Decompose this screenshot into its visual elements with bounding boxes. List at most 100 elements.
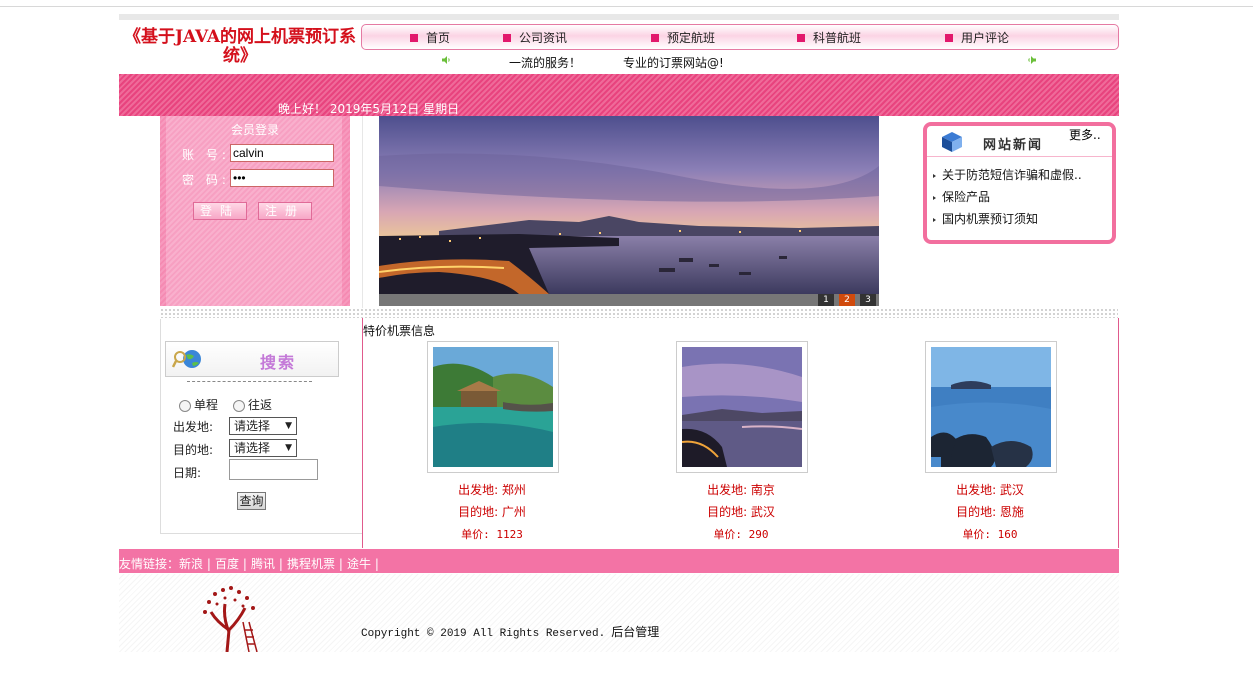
nav-label: 用户评论 [961, 31, 1010, 45]
nav-bullet-icon [410, 33, 418, 42]
ticket-photo-frame [925, 341, 1057, 473]
island-photo [433, 347, 553, 467]
nav-item-news[interactable]: 公司资讯 [503, 29, 567, 46]
from-select[interactable]: 请选择 ▼ [229, 417, 297, 435]
link-baidu[interactable]: 百度 | [215, 555, 247, 572]
news-cube-icon [942, 132, 962, 152]
speaker-icon [442, 56, 450, 64]
date-label: 日期: [173, 466, 202, 480]
ticket-from: 出发地: 武汉 [956, 483, 1024, 497]
city-sunset-photo [379, 116, 879, 294]
nav-bullet-icon [503, 33, 511, 42]
ticket-from: 出发地: 郑州 [458, 483, 526, 497]
bullet-icon [933, 173, 936, 178]
news-item[interactable]: 关于防范短信诈骗和虚假.. [933, 166, 1082, 183]
search-title: 搜索 [260, 353, 297, 372]
date-input[interactable] [229, 459, 318, 480]
news-item-text: 国内机票预订须知 [942, 212, 1039, 226]
slogan-right: 专业的订票网站@! [623, 56, 724, 70]
link-ctrip[interactable]: 携程机票 | [287, 555, 343, 572]
nav-item-science[interactable]: 科普航班 [797, 29, 861, 46]
nav-label: 预定航班 [667, 31, 716, 45]
header-top-strip [119, 14, 1119, 20]
radio-label: 往返 [248, 398, 273, 412]
link-text: 携程机票 [287, 557, 336, 571]
site-news-box: 网站新闻 更多.. 关于防范短信诈骗和虚假.. 保险产品 国内机票预订须知 [923, 122, 1116, 244]
link-text: 新浪 [179, 557, 204, 571]
nav-item-booking[interactable]: 预定航班 [651, 29, 715, 46]
ticket-to: 目的地: 广州 [458, 505, 526, 519]
copyright-label: Copyright © 2019 All Rights Reserved. [361, 628, 606, 640]
query-button[interactable]: 查询 [237, 492, 266, 510]
link-text: 途牛 [347, 557, 372, 571]
nav-item-comments[interactable]: 用户评论 [945, 29, 1009, 46]
register-button[interactable]: 注册 [258, 202, 312, 220]
special-tickets-panel: 特价机票信息 出发地: 郑州 目的地: 广州 单价: 1123 出发地: 南京 … [362, 318, 1119, 548]
ticket-to: 目的地: 恩施 [956, 505, 1024, 519]
from-select-value: 请选择 [234, 419, 271, 433]
banner-page-2[interactable]: 2 [839, 294, 855, 306]
greeting-date: 晚上好！ 2019年5月12日 星期日 [278, 102, 460, 116]
round-trip-radio[interactable]: 往返 [233, 396, 272, 413]
copyright-text: Copyright © 2019 All Rights Reserved. 后台管… [361, 623, 659, 640]
ticket-photo [931, 347, 1051, 467]
news-item[interactable]: 保险产品 [933, 188, 990, 205]
slogan-left: 一流的服务！ [509, 56, 582, 70]
header-pink-band [119, 74, 1119, 116]
news-header: 网站新闻 更多.. [927, 126, 1112, 157]
link-text: 百度 [215, 557, 240, 571]
nav-label: 公司资讯 [519, 31, 568, 45]
login-title: 会员登录 [230, 123, 279, 137]
dropdown-arrow-icon: ▼ [285, 421, 292, 431]
radio-circle-icon [233, 399, 245, 412]
center-divider [362, 116, 363, 308]
main-nav: 首页 公司资讯 预定航班 科普航班 用户评论 [361, 24, 1119, 50]
member-login-panel: 会员登录 账 号: 密 码: 登陆 注册 [160, 116, 350, 306]
friend-links-label: 友情链接： [119, 557, 180, 571]
password-input[interactable] [230, 169, 334, 187]
news-item[interactable]: 国内机票预订须知 [933, 210, 1038, 227]
dropdown-arrow-icon: ▼ [285, 443, 292, 453]
news-more-link[interactable]: 更多.. [1069, 126, 1101, 143]
nav-label: 科普航班 [813, 31, 862, 45]
ticket-price: 单价: 1123 [461, 528, 523, 541]
news-title: 网站新闻 [983, 138, 1044, 153]
banner-page-1[interactable]: 1 [818, 294, 834, 306]
ticket-price: 单价: 160 [962, 528, 1018, 541]
nav-bullet-icon [945, 33, 953, 42]
page-footer: Copyright © 2019 All Rights Reserved. 后台管… [119, 574, 1119, 652]
ticket-photo-frame [676, 341, 808, 473]
search-header: 搜索 [165, 341, 339, 377]
link-sina[interactable]: 新浪 | [179, 555, 211, 572]
tickets-title: 特价机票信息 [363, 324, 436, 338]
bullet-icon [933, 195, 936, 200]
to-select[interactable]: 请选择 ▼ [229, 439, 297, 457]
ticket-photo [433, 347, 553, 467]
ticket-photo-frame [427, 341, 559, 473]
radio-circle-icon [179, 399, 191, 412]
account-input[interactable] [230, 144, 334, 162]
banner-image[interactable] [379, 116, 879, 294]
top-divider [0, 6, 1253, 7]
admin-link[interactable]: 后台管理 [611, 625, 659, 639]
site-title: 《基于JAVA的网上机票预订系统》 [123, 27, 357, 66]
friend-links-bar: 友情链接： 新浪 | 百度 | 腾讯 | 携程机票 | 途牛 | [119, 549, 1119, 573]
banner-pager: 1 2 3 [379, 294, 879, 306]
bullet-icon [933, 217, 936, 222]
login-button[interactable]: 登陆 [193, 202, 247, 220]
account-label: 账 号: [182, 148, 230, 162]
banner-page-3[interactable]: 3 [860, 294, 876, 306]
ticket-to: 目的地: 武汉 [707, 505, 775, 519]
tree-logo-icon [203, 586, 258, 652]
ticket-price: 单价: 290 [713, 528, 769, 541]
nav-bullet-icon [651, 33, 659, 42]
dashed-divider [187, 381, 312, 382]
password-label: 密 码: [182, 173, 230, 187]
link-tencent[interactable]: 腾讯 | [251, 555, 283, 572]
nav-item-home[interactable]: 首页 [410, 29, 450, 46]
news-item-text: 保险产品 [942, 190, 991, 204]
speaker-icon [1028, 56, 1036, 64]
one-way-radio[interactable]: 单程 [179, 396, 218, 413]
dotted-separator [160, 308, 1118, 318]
link-tuniu[interactable]: 途牛 | [347, 555, 379, 572]
